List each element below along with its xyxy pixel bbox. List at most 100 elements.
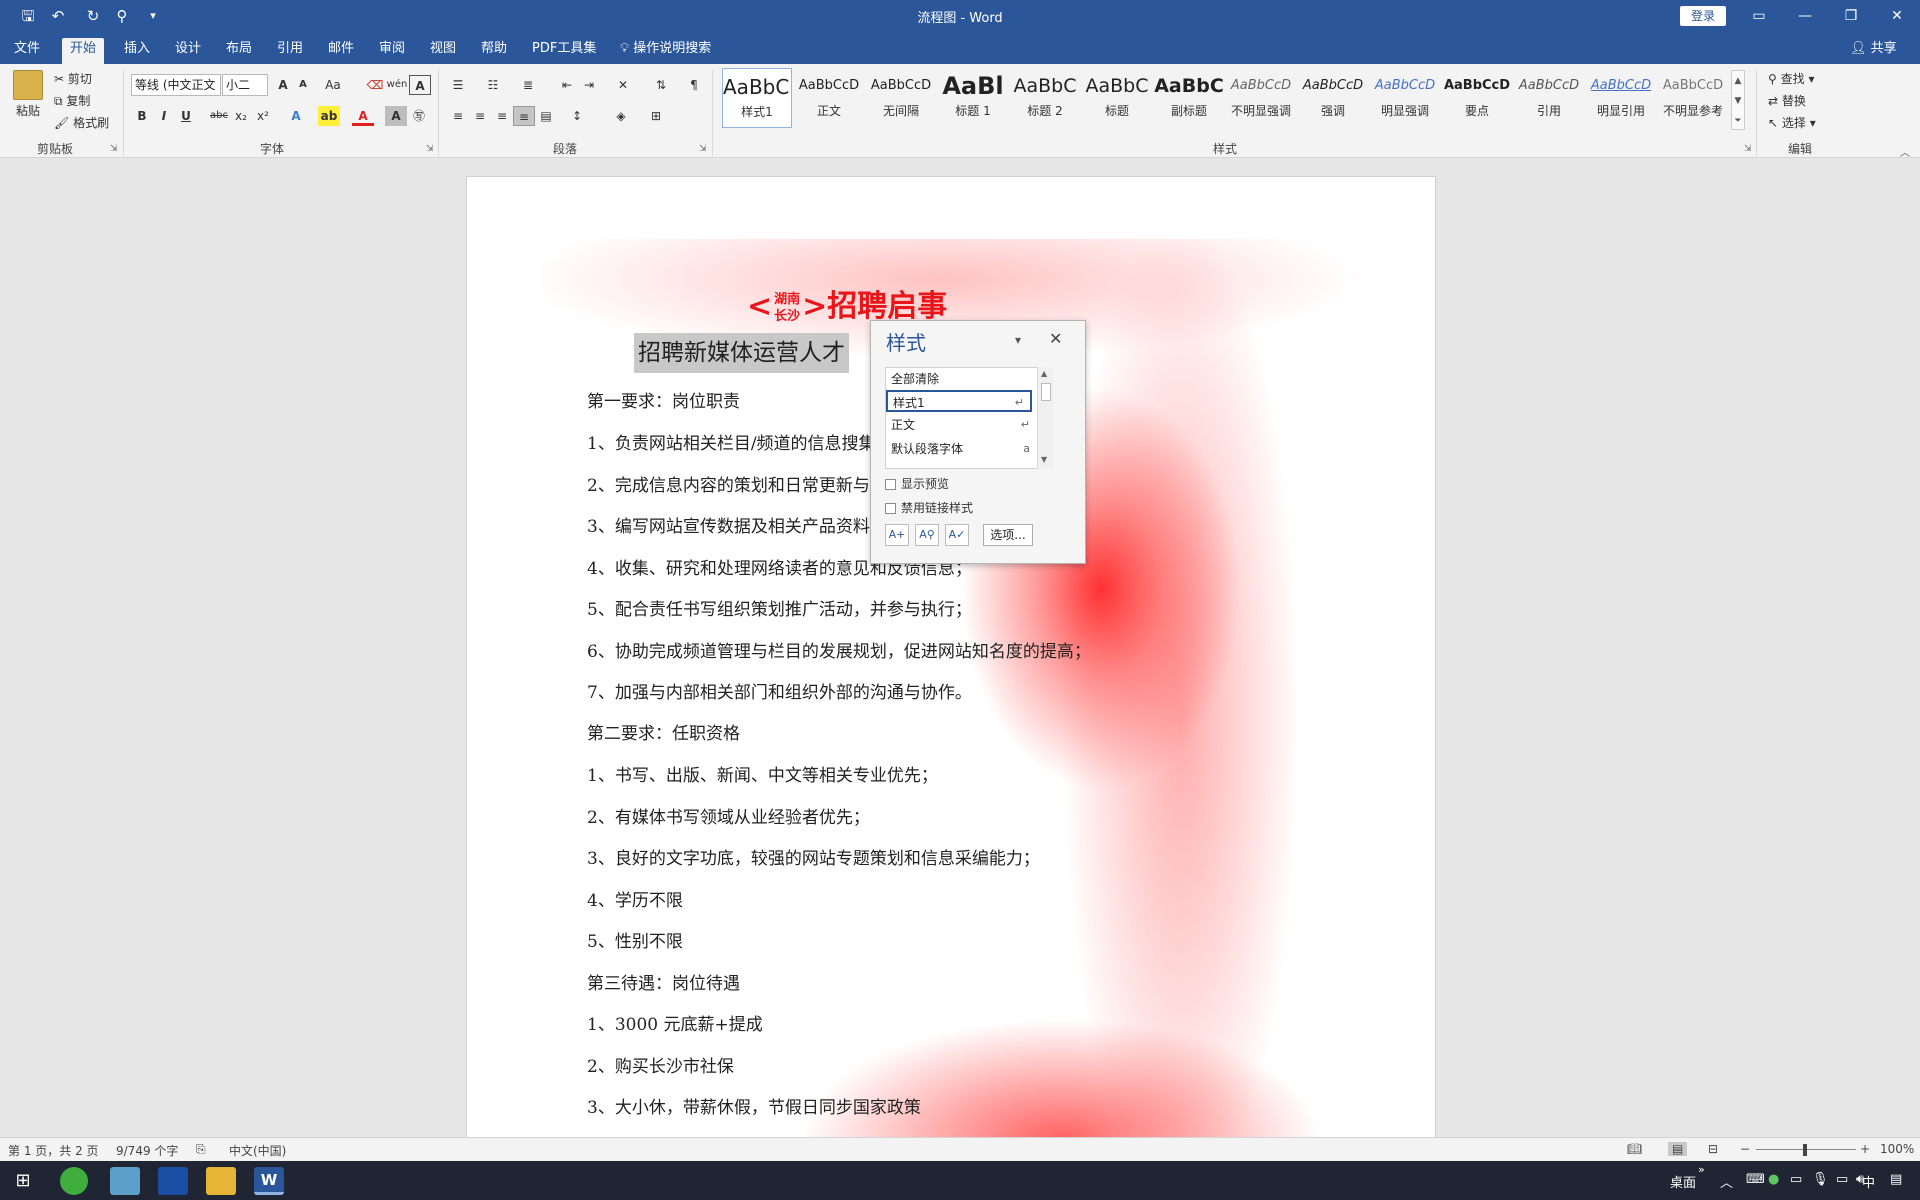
underline-button[interactable]: U [175,106,197,126]
tab-mailings[interactable]: 邮件 [320,38,362,64]
language-status[interactable]: 中文(中国) [229,1142,286,1159]
font-color-icon[interactable]: A [352,106,374,126]
justify-icon[interactable]: ≡ [513,106,535,126]
align-center-icon[interactable]: ≡ [469,106,491,126]
share-button[interactable]: 👤︎ 共享 [1842,38,1905,64]
copy-button[interactable]: ⧉ 复制 [54,92,90,109]
show-marks-icon[interactable]: ¶ [683,75,705,95]
style-list-item[interactable]: 默认段落字体 a [886,438,1036,460]
tab-pdf-tools[interactable]: PDF工具集 [524,38,604,64]
app-video-icon[interactable] [158,1167,188,1195]
paste-button[interactable]: 粘贴 [16,102,40,119]
print-layout-icon[interactable]: ▤ [1668,1142,1688,1156]
file-explorer-icon[interactable] [206,1167,236,1195]
clipboard-launcher-icon[interactable]: ⇲ [110,144,118,154]
font-launcher-icon[interactable]: ⇲ [426,144,434,154]
restore-icon[interactable]: ❐ [1828,0,1874,32]
style-gallery-item[interactable]: AaBl 标题 1 [938,68,1008,128]
numbering-icon[interactable]: ☷ [482,75,504,95]
word-app-icon[interactable]: W [254,1167,284,1195]
close-window-icon[interactable]: ✕ [1874,0,1920,32]
style-gallery-item[interactable]: AaBbC(样式1 [722,68,792,128]
windows-start-icon[interactable]: ⊞ [8,1167,38,1195]
gallery-scroll-icon[interactable]: ▲ ▼ ⏷ [1731,70,1745,130]
enclose-char-icon[interactable]: ㊢ [408,106,430,126]
asian-layout-icon[interactable]: ✕ [612,75,634,95]
phonetic-guide-icon[interactable]: wén [386,75,408,95]
close-icon[interactable]: ✕ [1049,329,1062,348]
char-shading-icon[interactable]: A [385,106,407,126]
tab-design[interactable]: 设计 [167,38,209,64]
style-gallery-item[interactable]: AaBbCcD 不明显参考 [1658,68,1728,128]
bullets-icon[interactable]: ☰ [447,75,469,95]
tab-insert[interactable]: 插入 [116,38,158,64]
select-button[interactable]: ↖ 选择 ▾ [1768,114,1816,131]
bold-button[interactable]: B [131,106,153,126]
style-gallery-item[interactable]: AaBbCcD 正文 [794,68,864,128]
find-button[interactable]: ⚲ 查找 ▾ [1768,70,1814,87]
align-right-icon[interactable]: ≡ [491,106,513,126]
tab-file[interactable]: 文件 [6,38,48,64]
manage-styles-icon[interactable]: A✓ [945,524,969,546]
zoom-level[interactable]: 100% [1880,1142,1914,1156]
style-gallery-item[interactable]: AaBbCcD 要点 [1442,68,1512,128]
web-layout-icon[interactable]: ⊟ [1708,1142,1718,1156]
ribbon-display-icon[interactable]: ▭ [1736,0,1782,32]
multilevel-list-icon[interactable]: ≣ [517,75,539,95]
highlight-icon[interactable]: ab [318,106,340,126]
tell-me-search[interactable]: 💡︎ 操作说明搜索 [612,38,719,64]
change-case-icon[interactable]: Aa [322,75,344,95]
style-list-scrollbar[interactable]: ▲ ▼ [1037,367,1053,469]
display-icon[interactable]: ▭ [1836,1172,1848,1187]
grow-font-icon[interactable]: A [272,75,294,95]
style-gallery-item[interactable]: AaBbC 标题 2 [1010,68,1080,128]
line-spacing-icon[interactable]: ↕ [566,106,588,126]
style-gallery-item[interactable]: AaBbCcD 明显强调 [1370,68,1440,128]
pane-options-icon[interactable]: ▾ [1015,333,1021,347]
style-gallery-item[interactable]: AaBbC 副标题 [1154,68,1224,128]
tab-help[interactable]: 帮助 [473,38,515,64]
subscript-button[interactable]: x₂ [230,106,252,126]
strikethrough-button[interactable]: abc [208,106,230,126]
style-gallery-item[interactable]: AaBbCcD 明显引用 [1586,68,1656,128]
network-icon[interactable]: ⌨ [1746,1172,1765,1187]
zoom-out-icon[interactable]: − [1740,1142,1750,1156]
char-border-icon[interactable]: A [409,75,431,95]
text-effects-icon[interactable]: A [285,106,307,126]
chevron-right-icon[interactable]: » [1698,1163,1705,1176]
app-notepad-icon[interactable] [110,1167,140,1195]
tab-home[interactable]: 开始 [62,38,105,64]
style-gallery-item[interactable]: AaBbCcD 无间隔 [866,68,936,128]
proofing-icon[interactable]: ⎘ [196,1142,206,1157]
checkbox-box[interactable] [885,479,896,490]
battery-icon[interactable]: ▭ [1790,1172,1802,1187]
style-inspector-icon[interactable]: A⚲ [915,524,939,546]
style-list-item[interactable]: 正文 ↵ [886,414,1036,436]
checkbox-box[interactable] [885,503,896,514]
app-tray-icon[interactable]: ● [1768,1172,1779,1187]
decrease-indent-icon[interactable]: ⇤ [556,75,578,95]
paragraph-launcher-icon[interactable]: ⇲ [699,144,707,154]
font-name-combo[interactable]: 等线 (中文正文 [131,74,221,96]
styles-launcher-icon[interactable]: ⇲ [1744,144,1752,154]
style-gallery-item[interactable]: AaBbC 标题 [1082,68,1152,128]
align-left-icon[interactable]: ≡ [447,106,469,126]
show-preview-checkbox[interactable]: 显示预览 [885,475,1085,493]
microphone-icon[interactable]: 🎙︎ [1812,1172,1829,1187]
word-count[interactable]: 9/749 个字 [116,1142,178,1159]
superscript-button[interactable]: x² [252,106,274,126]
zoom-in-icon[interactable]: + [1860,1142,1870,1156]
shading-icon[interactable]: ◈ [610,106,632,126]
replace-button[interactable]: ⇄ 替换 [1768,92,1806,109]
options-button[interactable]: 选项... [983,524,1033,546]
zoom-slider-thumb[interactable] [1803,1144,1807,1156]
tab-layout[interactable]: 布局 [218,38,260,64]
paste-icon[interactable] [13,70,43,100]
cut-button[interactable]: ✂ 剪切 [54,70,92,87]
style-list-item-selected[interactable]: 样式1 ↵ [886,390,1032,412]
tab-view[interactable]: 视图 [422,38,464,64]
increase-indent-icon[interactable]: ⇥ [578,75,600,95]
clear-format-icon[interactable]: ⌫ [364,75,386,95]
style-list-item[interactable]: 全部清除 [886,368,1036,390]
format-painter-button[interactable]: 🖌︎ 格式刷 [54,114,109,131]
